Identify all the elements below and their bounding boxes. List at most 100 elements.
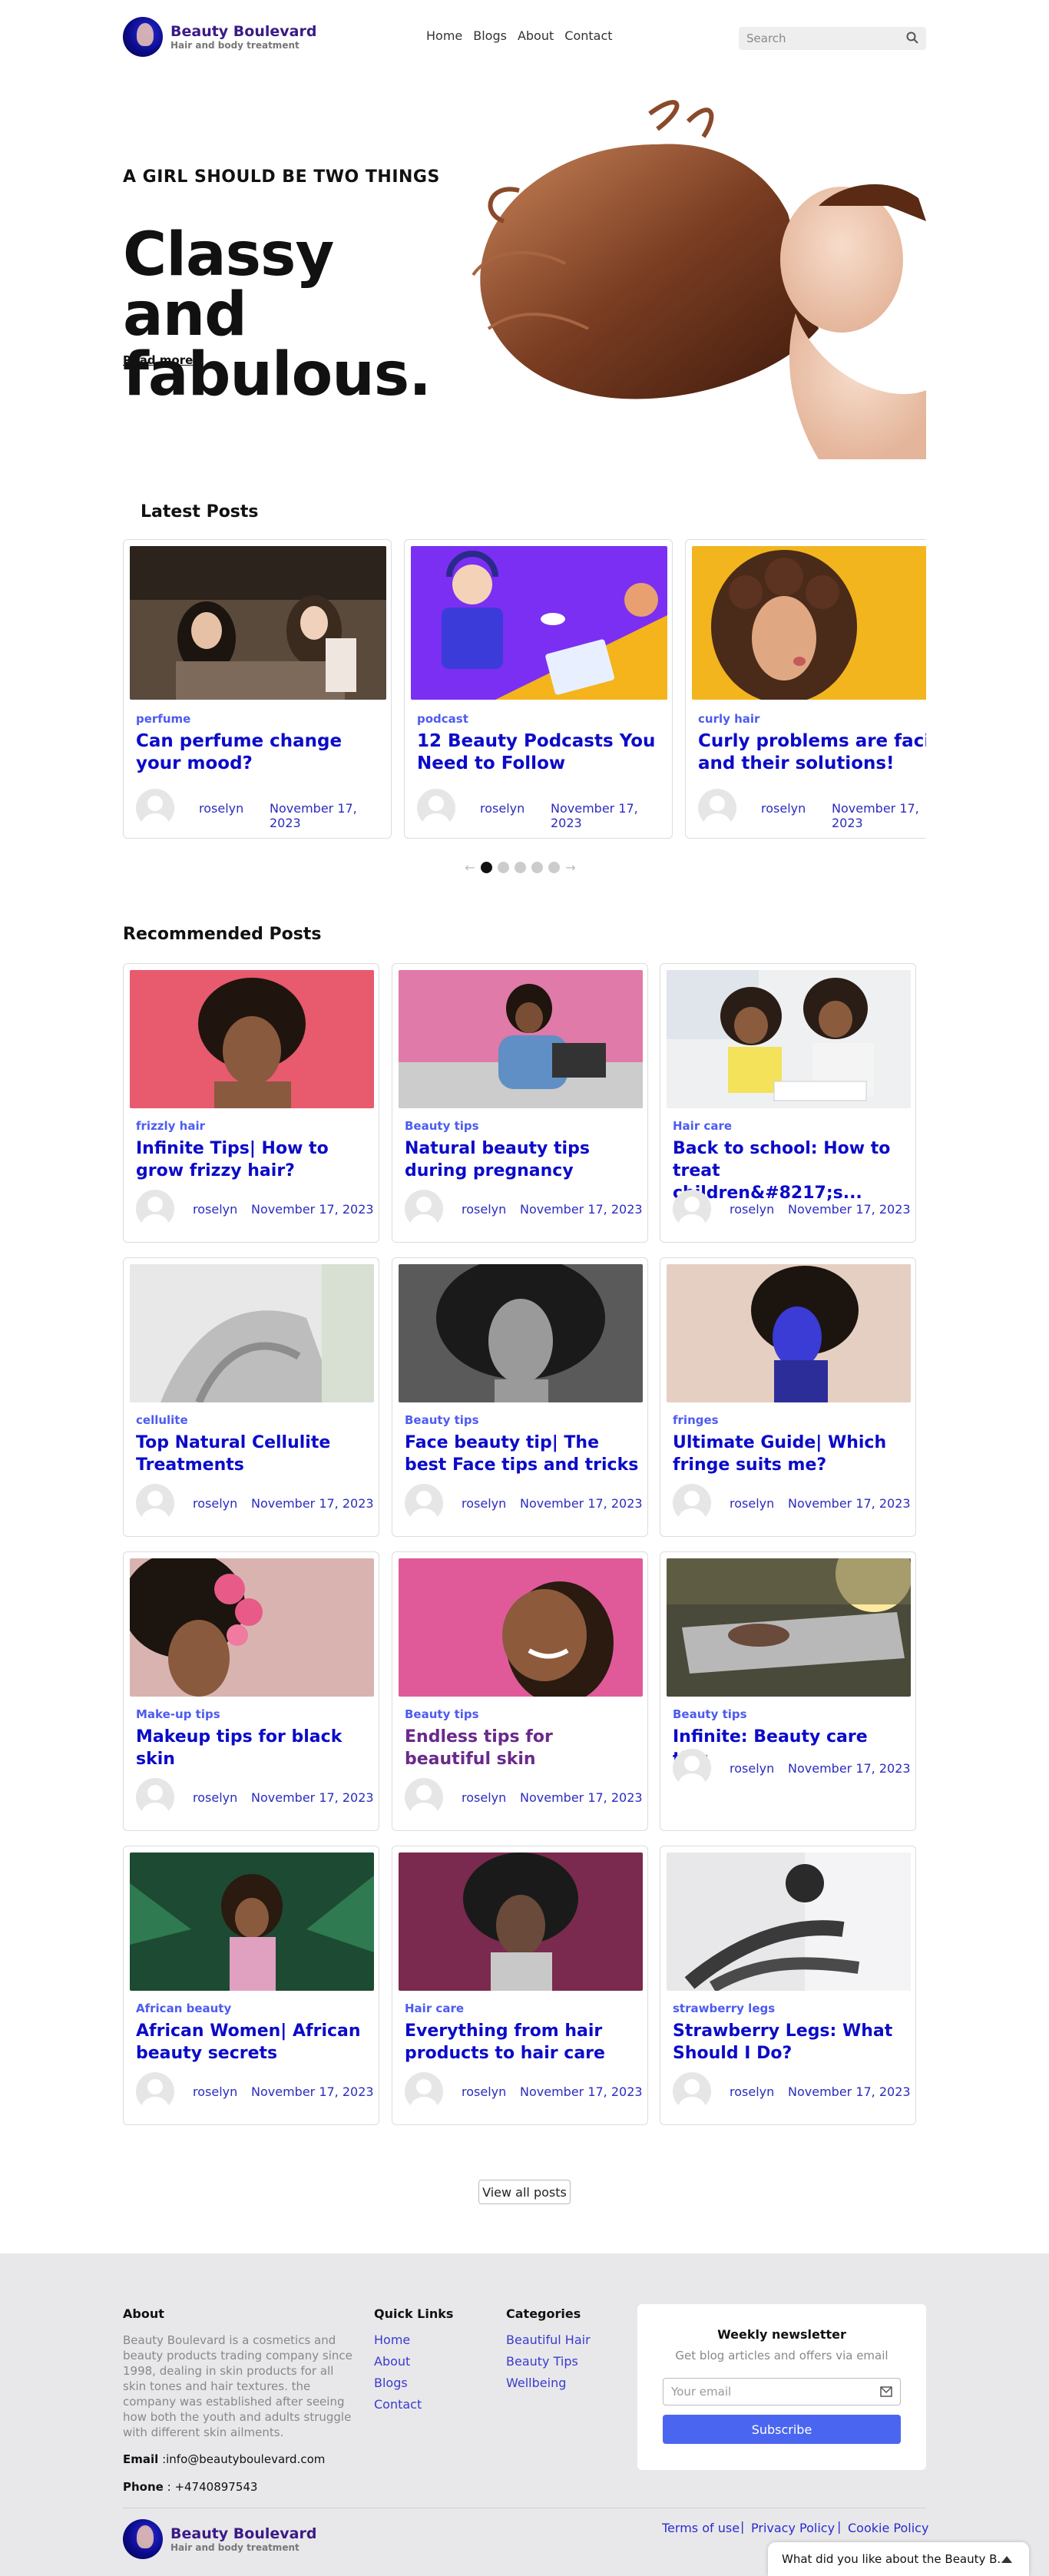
- recommended-post-card[interactable]: Make-up tips Makeup tips for black skin ro…: [123, 1551, 379, 1831]
- post-category[interactable]: African beauty: [136, 2002, 231, 2015]
- cookie-link[interactable]: Cookie Policy: [848, 2521, 928, 2535]
- post-category[interactable]: Beauty tips: [405, 1707, 479, 1721]
- post-category[interactable]: fringes: [673, 1413, 719, 1427]
- site-logo[interactable]: Beauty Boulevard Hair and body treatment: [123, 17, 316, 57]
- legal-separator: |: [837, 2519, 842, 2534]
- recommended-post-card[interactable]: Hair care Everything from hair products t…: [392, 1846, 648, 2125]
- view-all-posts-button[interactable]: View all posts: [478, 2180, 571, 2204]
- footer-cat-beauty-tips[interactable]: Beauty Tips: [506, 2354, 578, 2369]
- post-author[interactable]: roselyn: [761, 801, 806, 816]
- post-category[interactable]: Beauty tips: [673, 1707, 747, 1721]
- post-category[interactable]: curly hair: [698, 712, 759, 726]
- post-author[interactable]: roselyn: [193, 1496, 237, 1511]
- post-image: [399, 1558, 643, 1697]
- footer-link-home[interactable]: Home: [374, 2333, 410, 2347]
- post-category[interactable]: frizzly hair: [136, 1119, 205, 1133]
- read-more-link[interactable]: Read more: [123, 353, 193, 367]
- feedback-widget[interactable]: What did you like about the Beauty B...: [768, 2542, 1029, 2576]
- recommended-post-card[interactable]: Beauty tipsInfinite: Beauty care tipsros…: [660, 1551, 916, 1831]
- recommended-posts-title: Recommended Posts: [123, 925, 322, 944]
- terms-link[interactable]: Terms of use: [662, 2521, 740, 2535]
- post-title[interactable]: Top Natural Cellulite Treatments: [136, 1432, 370, 1476]
- post-title[interactable]: Can perfume change your mood?: [136, 730, 382, 775]
- hero-title: Classy and fabulous.: [123, 220, 432, 409]
- brand-tagline: Hair and body treatment: [170, 2541, 299, 2553]
- post-category[interactable]: perfume: [136, 712, 190, 726]
- recommended-post-card[interactable]: cellulite Top Natural Cellulite Treatment…: [123, 1257, 379, 1537]
- post-author[interactable]: roselyn: [730, 1496, 774, 1511]
- carousel-dot[interactable]: [548, 862, 560, 873]
- recommended-post-card[interactable]: fringes Ultimate Guide| Which fringe suit…: [660, 1257, 916, 1537]
- search-input[interactable]: Search: [739, 27, 926, 50]
- post-category[interactable]: Hair care: [673, 1119, 732, 1133]
- subscribe-button[interactable]: Subscribe: [663, 2415, 901, 2444]
- post-title[interactable]: Ultimate Guide| Which fringe suits me?: [673, 1432, 907, 1476]
- footer-link-contact[interactable]: Contact: [374, 2397, 422, 2412]
- post-image: [130, 546, 386, 700]
- post-title[interactable]: African Women| African beauty secrets: [136, 2020, 370, 2064]
- post-author[interactable]: roselyn: [730, 1761, 774, 1776]
- post-title[interactable]: Endless tips for beautiful skin: [405, 1726, 639, 1770]
- search-icon[interactable]: [906, 31, 918, 44]
- arrow-left-icon[interactable]: ←: [465, 860, 475, 875]
- post-author[interactable]: roselyn: [193, 1202, 237, 1217]
- post-title[interactable]: Everything from hair products to hair ca…: [405, 2020, 639, 2064]
- footer-link-about[interactable]: About: [374, 2354, 410, 2369]
- post-category[interactable]: Hair care: [405, 2002, 464, 2015]
- post-author[interactable]: roselyn: [462, 1790, 506, 1805]
- nav-blogs[interactable]: Blogs: [473, 28, 507, 43]
- post-category[interactable]: cellulite: [136, 1413, 188, 1427]
- recommended-post-card[interactable]: Hair care Back to school: How to treat ch…: [660, 963, 916, 1243]
- post-author[interactable]: roselyn: [462, 2084, 506, 2099]
- recommended-post-card[interactable]: Beauty tips Natural beauty tips during pr…: [392, 963, 648, 1243]
- post-category[interactable]: Beauty tips: [405, 1413, 479, 1427]
- carousel-dot[interactable]: [515, 862, 526, 873]
- post-title[interactable]: Curly problems are facing and their solu…: [698, 730, 926, 775]
- latest-post-card[interactable]: curly hair Curly problems are facing and…: [685, 539, 926, 839]
- arrow-right-icon[interactable]: →: [565, 860, 576, 875]
- carousel-dot[interactable]: [481, 862, 492, 873]
- post-author[interactable]: roselyn: [730, 2084, 774, 2099]
- post-author[interactable]: roselyn: [462, 1202, 506, 1217]
- newsletter-email-input[interactable]: Your email: [663, 2378, 901, 2405]
- author-avatar: [405, 2072, 443, 2111]
- post-author[interactable]: roselyn: [193, 2084, 237, 2099]
- post-category[interactable]: Beauty tips: [405, 1119, 479, 1133]
- footer-link-blogs[interactable]: Blogs: [374, 2376, 408, 2390]
- recommended-post-card[interactable]: Beauty tips Endless tips for beautiful sk…: [392, 1551, 648, 1831]
- post-image: [399, 1264, 643, 1402]
- post-author[interactable]: roselyn: [462, 1496, 506, 1511]
- footer-cat-beautiful-hair[interactable]: Beautiful Hair: [506, 2333, 591, 2347]
- post-author[interactable]: roselyn: [193, 1790, 237, 1805]
- post-category[interactable]: Make-up tips: [136, 1707, 220, 1721]
- post-category[interactable]: podcast: [417, 712, 468, 726]
- post-title[interactable]: Natural beauty tips during pregnancy: [405, 1137, 639, 1182]
- post-author[interactable]: roselyn: [730, 1202, 774, 1217]
- recommended-post-card[interactable]: strawberry legs Strawberry Legs: What Sho…: [660, 1846, 916, 2125]
- recommended-post-card[interactable]: Beauty tips Face beauty tip| The best Fac…: [392, 1257, 648, 1537]
- carousel-dot[interactable]: [498, 862, 509, 873]
- post-title[interactable]: Infinite Tips| How to grow frizzy hair?: [136, 1137, 370, 1182]
- post-title[interactable]: Face beauty tip| The best Face tips and …: [405, 1432, 639, 1476]
- post-title[interactable]: Strawberry Legs: What Should I Do?: [673, 2020, 907, 2064]
- latest-post-card[interactable]: podcast 12 Beauty Podcasts You Need to F…: [404, 539, 673, 839]
- footer-cat-wellbeing[interactable]: Wellbeing: [506, 2376, 566, 2390]
- post-date: November 17, 2023: [551, 801, 638, 830]
- footer-logo[interactable]: Beauty Boulevard Hair and body treatment: [123, 2519, 316, 2559]
- post-author[interactable]: roselyn: [199, 801, 243, 816]
- post-title[interactable]: Makeup tips for black skin: [136, 1726, 370, 1770]
- nav-about[interactable]: About: [518, 28, 554, 43]
- post-author[interactable]: roselyn: [480, 801, 524, 816]
- nav-home[interactable]: Home: [426, 28, 462, 43]
- recommended-post-card[interactable]: African beauty African Women| African bea…: [123, 1846, 379, 2125]
- caret-up-icon[interactable]: [1001, 2556, 1012, 2563]
- recommended-post-card[interactable]: frizzly hair Infinite Tips| How to grow f…: [123, 963, 379, 1243]
- post-image: [399, 1853, 643, 1991]
- post-title[interactable]: 12 Beauty Podcasts You Need to Follow: [417, 730, 663, 775]
- latest-post-card[interactable]: perfume Can perfume change your mood? ro…: [123, 539, 392, 839]
- privacy-link[interactable]: Privacy Policy: [751, 2521, 835, 2535]
- post-title[interactable]: Back to school: How to treat children&#8…: [673, 1137, 907, 1204]
- nav-contact[interactable]: Contact: [564, 28, 612, 43]
- post-category[interactable]: strawberry legs: [673, 2002, 775, 2015]
- carousel-dot[interactable]: [531, 862, 543, 873]
